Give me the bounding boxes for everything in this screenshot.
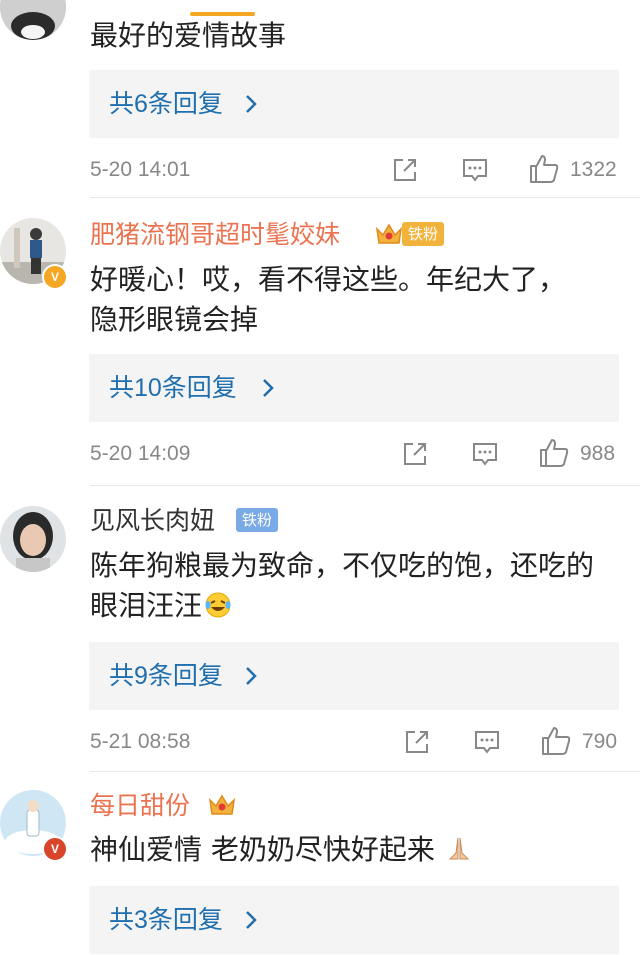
fan-badge: 铁粉 — [236, 508, 279, 532]
share-icon[interactable] — [402, 727, 432, 757]
username[interactable]: 每日甜份 — [90, 790, 190, 822]
like-icon[interactable] — [540, 725, 572, 757]
comment-time: 5-20 14:09 — [90, 442, 191, 465]
pray-emoji — [448, 837, 470, 860]
chevron-right-icon — [246, 667, 257, 685]
crying-laughing-emoji — [205, 592, 231, 618]
reply-thread-button[interactable]: 共3条回复 — [89, 886, 619, 954]
comment-item-4: V 每日甜份 神仙爱情 老奶奶尽快好起来 共3条回复 — [0, 772, 640, 955]
chevron-right-icon — [263, 379, 274, 397]
comment-icon[interactable] — [460, 155, 490, 185]
comment-item-1: 最好的爱情故事 共6条回复 5-20 14:01 1322 — [0, 0, 640, 198]
like-count: 1322 — [570, 158, 617, 181]
chevron-right-icon — [246, 95, 257, 113]
share-icon[interactable] — [390, 155, 420, 185]
like-count: 988 — [580, 442, 616, 465]
like-icon[interactable] — [528, 153, 560, 185]
verified-icon: V — [42, 264, 68, 290]
comment-time: 5-20 14:01 — [90, 158, 191, 181]
username[interactable]: 肥猪流钢哥超时髦姣妹 — [90, 219, 340, 251]
reply-count-label: 共10条回复 — [109, 374, 237, 402]
comment-text: 好暖心！哎，看不得这些。年纪大了，隐形眼镜会掉 — [90, 263, 567, 336]
reply-count-label: 共9条回复 — [109, 662, 223, 690]
verified-icon: V — [42, 836, 68, 862]
chevron-right-icon — [246, 911, 257, 929]
comment-text: 神仙爱情 老奶奶尽快好起来 — [90, 830, 620, 870]
fan-badge: 铁粉 — [402, 222, 445, 246]
comment-text: 陈年狗粮最为致命，不仅吃的饱，还吃的眼泪汪汪 — [90, 546, 620, 626]
username[interactable]: 见风长肉妞 — [90, 505, 215, 537]
crown-icon — [375, 223, 403, 244]
comment-text-body: 陈年狗粮最为致命，不仅吃的饱，还吃的眼泪汪汪 — [90, 549, 595, 622]
comment-text: 最好的爱情故事 — [90, 19, 287, 52]
avatar[interactable] — [0, 0, 66, 40]
reply-thread-button[interactable]: 共10条回复 — [89, 354, 619, 422]
like-icon[interactable] — [538, 437, 570, 469]
share-icon[interactable] — [400, 439, 430, 469]
comment-icon[interactable] — [470, 439, 500, 469]
like-count: 790 — [582, 730, 618, 753]
comment-text-body: 神仙爱情 老奶奶尽快好起来 — [90, 833, 435, 866]
reply-count-label: 共3条回复 — [109, 906, 223, 934]
comment-item-3: 见风长肉妞 铁粉 陈年狗粮最为致命，不仅吃的饱，还吃的眼泪汪汪 共9条回复 5-… — [0, 486, 640, 772]
comment-icon[interactable] — [472, 727, 502, 757]
comment-time: 5-21 08:58 — [90, 730, 191, 753]
reply-thread-button[interactable]: 共9条回复 — [89, 642, 619, 710]
reply-count-label: 共6条回复 — [109, 90, 223, 118]
crown-icon — [208, 794, 236, 815]
comment-item-2: V 肥猪流钢哥超时髦姣妹 铁粉 好暖心！哎，看不得这些。年纪大了，隐形眼镜会掉 … — [0, 198, 640, 486]
avatar[interactable] — [0, 506, 66, 572]
reply-thread-button[interactable]: 共6条回复 — [89, 70, 619, 138]
